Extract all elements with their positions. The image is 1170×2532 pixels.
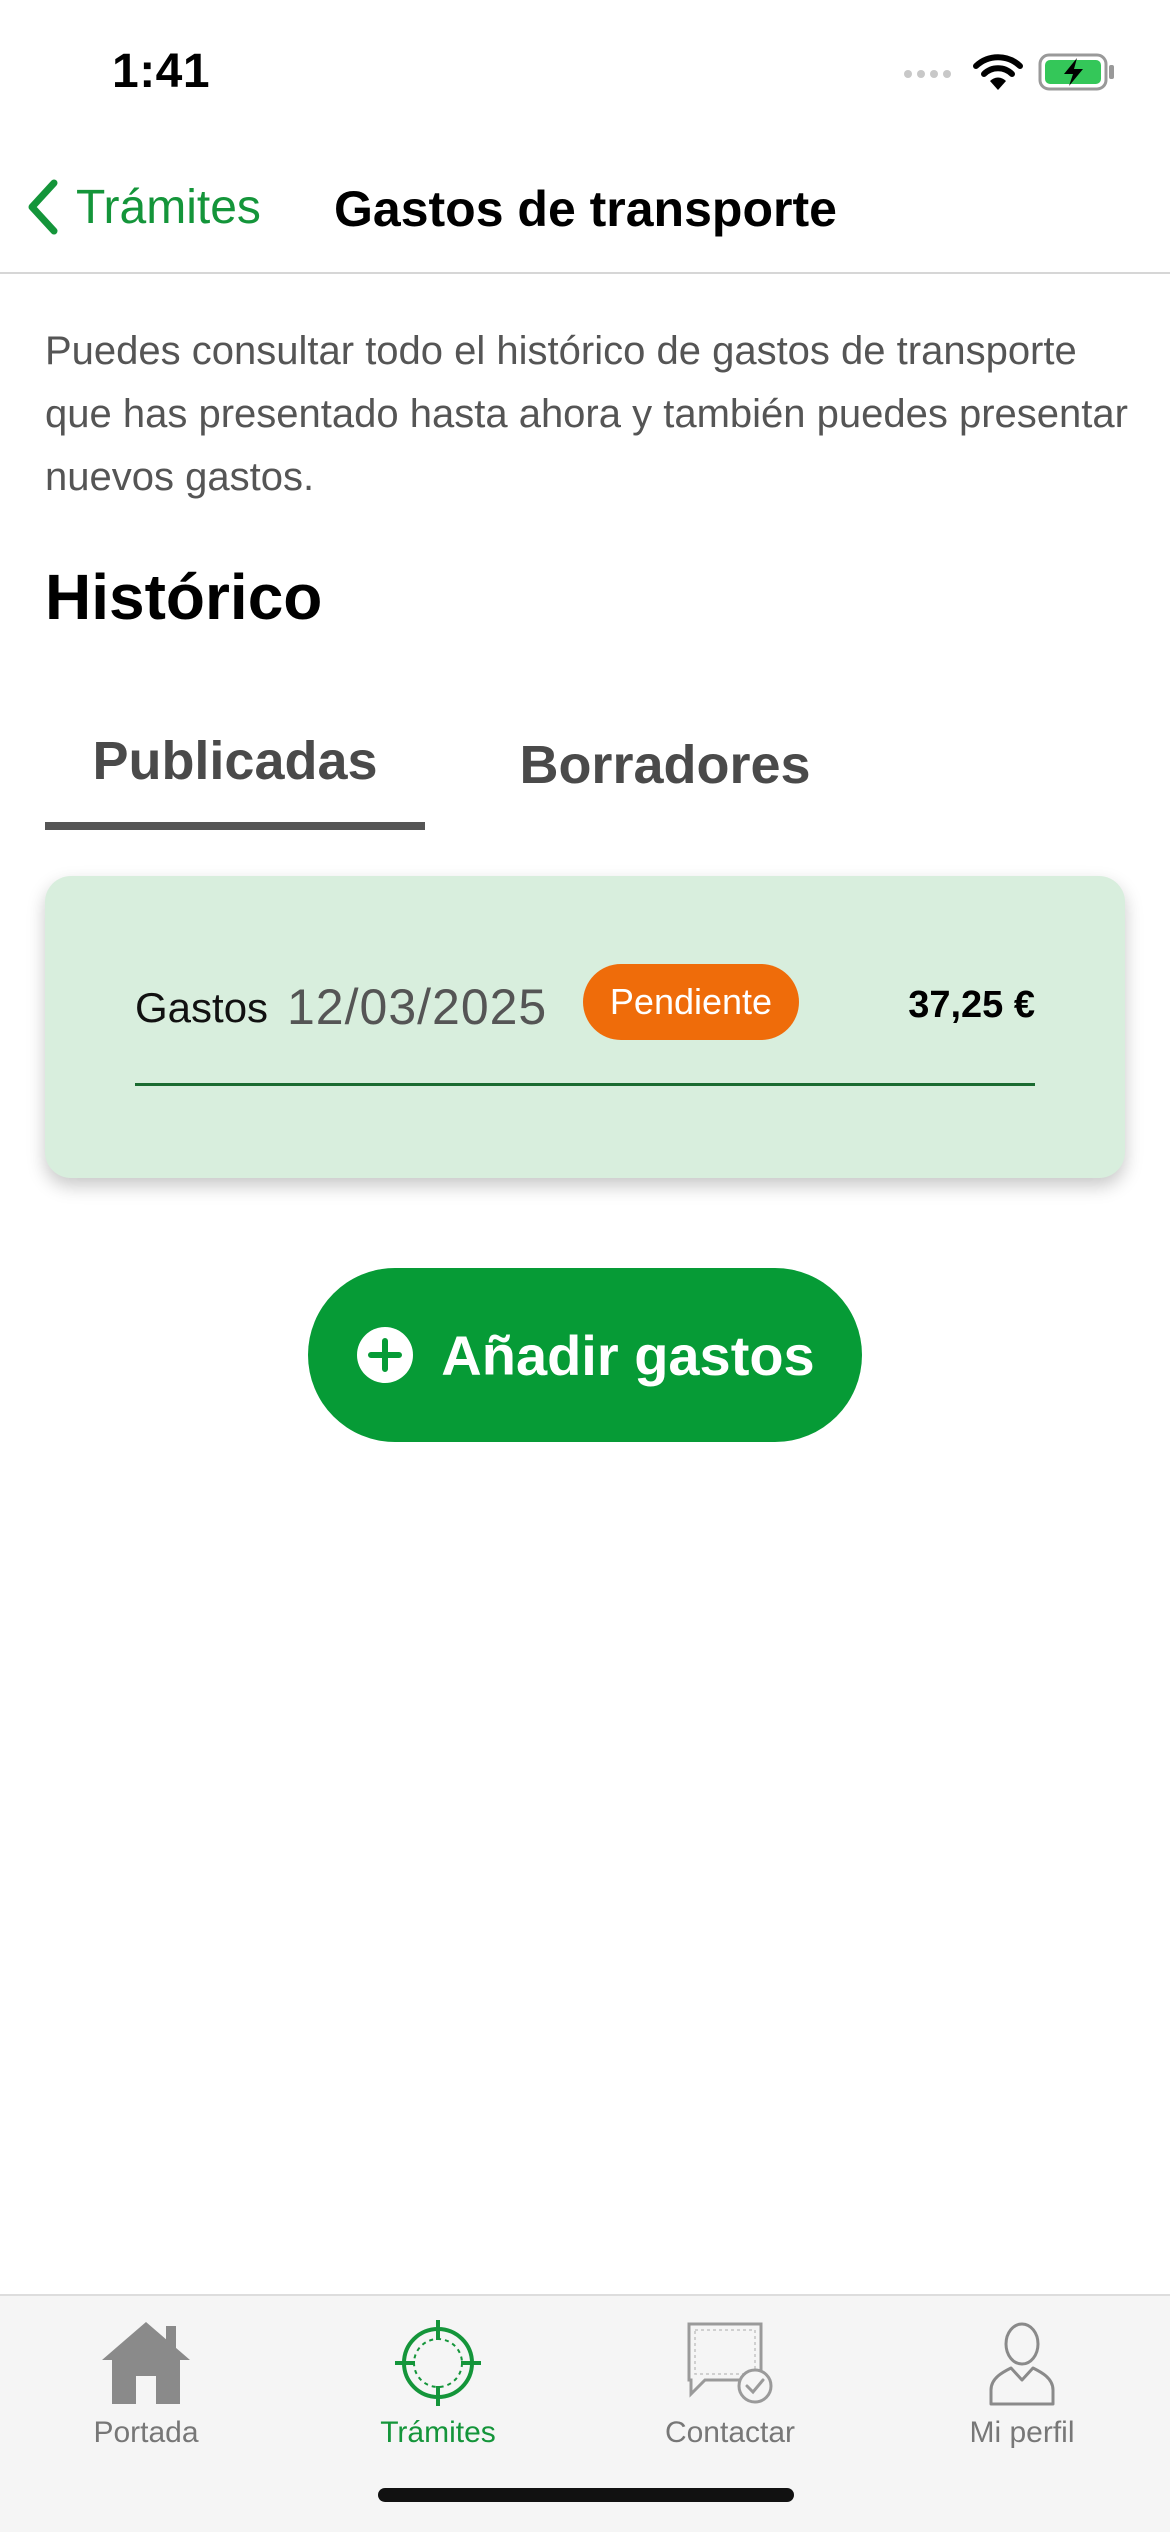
history-tabs: Publicadas Borradores bbox=[45, 700, 1125, 830]
add-expenses-label: Añadir gastos bbox=[441, 1323, 815, 1387]
cellular-signal-icon bbox=[904, 70, 951, 78]
tabbar-item-contactar[interactable]: Contactar bbox=[584, 2310, 876, 2460]
expense-date: 12/03/2025 bbox=[287, 979, 548, 1035]
wifi-icon bbox=[973, 54, 1023, 90]
expense-amount: 37,25 € bbox=[908, 984, 1035, 1026]
navigation-bar: Trámites Gastos de transporte bbox=[0, 150, 1170, 274]
tabbar-label-portada: Portada bbox=[93, 2416, 199, 2449]
status-time: 1:41 bbox=[112, 45, 211, 98]
tabbar-item-portada[interactable]: Portada bbox=[0, 2310, 292, 2460]
intro-text: Puedes consultar todo el histórico de ga… bbox=[45, 329, 1128, 499]
back-button[interactable]: Trámites bbox=[22, 174, 261, 240]
expense-card: Gastos 12/03/2025 Pendiente 37,25 € bbox=[45, 876, 1125, 1178]
tabbar-label-tramites: Trámites bbox=[380, 2416, 496, 2449]
tabbar-label-mi-perfil: Mi perfil bbox=[969, 2416, 1075, 2449]
screen: 1:41 Trámites Gastos de transporte Puede… bbox=[0, 0, 1170, 2532]
chat-check-icon bbox=[687, 2322, 773, 2404]
tab-borradores[interactable]: Borradores bbox=[435, 700, 895, 830]
add-expenses-button[interactable]: Añadir gastos bbox=[308, 1268, 862, 1442]
tab-publicadas[interactable]: Publicadas bbox=[45, 700, 425, 830]
tabbar-item-mi-perfil[interactable]: Mi perfil bbox=[876, 2310, 1168, 2460]
status-bar: 1:41 bbox=[0, 0, 1170, 150]
status-icons bbox=[902, 52, 1116, 92]
plus-circle-icon bbox=[357, 1327, 414, 1383]
battery-charging-icon bbox=[1038, 53, 1114, 91]
home-icon bbox=[102, 2322, 190, 2404]
chevron-left-icon bbox=[28, 179, 58, 235]
page-title: Gastos de transporte bbox=[334, 181, 837, 237]
tabbar-label-contactar: Contactar bbox=[664, 2416, 796, 2449]
back-button-label: Trámites bbox=[76, 180, 261, 234]
section-title: Histórico bbox=[45, 561, 323, 633]
status-badge: Pendiente bbox=[583, 964, 799, 1040]
expense-label: Gastos bbox=[135, 984, 269, 1031]
tabbar-item-tramites[interactable]: Trámites bbox=[292, 2310, 584, 2460]
person-icon bbox=[989, 2322, 1055, 2406]
crosshair-icon bbox=[395, 2320, 481, 2406]
expense-row[interactable]: Gastos 12/03/2025 Pendiente 37,25 € bbox=[135, 962, 1035, 1086]
home-indicator bbox=[378, 2488, 794, 2502]
